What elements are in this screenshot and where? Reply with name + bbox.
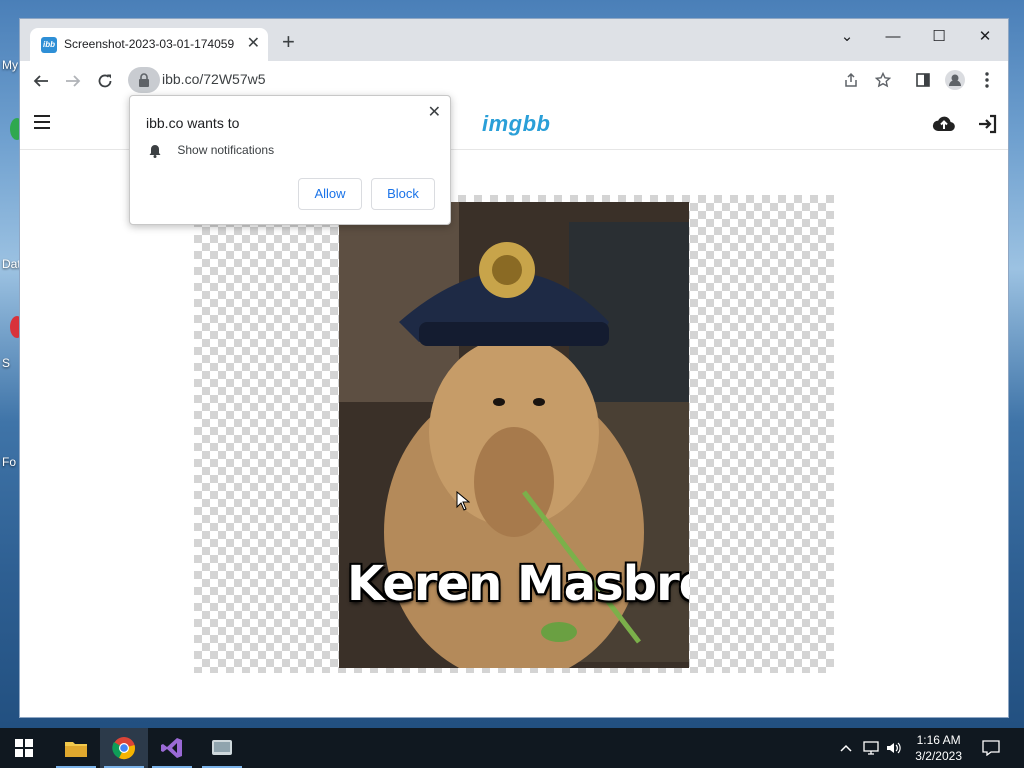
arrow-right-icon [66,75,81,87]
lock-icon [139,73,149,87]
block-button[interactable]: Block [371,178,435,210]
bookmark-star-icon[interactable] [870,67,896,93]
imgbb-favicon-icon: ibb [41,37,57,53]
permission-label: Show notifications [177,143,275,157]
imgbb-logo[interactable]: imgbb [482,111,551,137]
reload-icon [98,74,112,88]
prompt-permission-row: Show notifications [148,143,274,158]
system-clock[interactable]: 1:16 AM 3/2/2023 [915,732,962,764]
upload-cloud-icon[interactable] [932,112,956,136]
tab-close-icon[interactable]: ✕ [247,35,260,53]
minimize-button[interactable]: — [870,23,916,51]
network-icon[interactable] [863,741,879,755]
tab-strip: ibb Screenshot-2023-03-01-174059 ✕ + ⌄ —… [20,19,1008,61]
mouse-cursor-icon [456,491,470,511]
bell-icon [149,144,161,158]
maximize-button[interactable]: ☐ [916,23,962,51]
new-tab-button[interactable]: + [282,31,295,53]
prompt-close-icon[interactable]: ✕ [428,102,441,122]
profile-avatar-icon[interactable] [942,67,968,93]
forward-button[interactable] [60,67,86,93]
browser-window: ibb Screenshot-2023-03-01-174059 ✕ + ⌄ —… [19,18,1009,718]
clock-date: 3/2/2023 [915,749,962,763]
tab-screenshot[interactable]: ibb Screenshot-2023-03-01-174059 ✕ [30,28,268,61]
desktop-icon-label[interactable]: Fo [2,455,16,469]
notifications-icon[interactable] [982,740,1000,756]
tab-search-icon[interactable]: ⌄ [824,23,870,51]
desktop-icon-label[interactable]: My [2,58,18,72]
chrome-taskbar-icon[interactable] [100,728,148,768]
arrow-left-icon [33,75,48,87]
windows-logo-icon [15,739,33,757]
volume-icon[interactable] [886,741,902,755]
app-taskbar-icon[interactable] [198,728,246,768]
hamburger-menu-icon[interactable] [34,115,50,129]
desktop-icon-label[interactable]: Dat [2,257,21,271]
address-bar[interactable]: ibb.co/72W57w5 [128,67,948,93]
allow-button[interactable]: Allow [298,178,362,210]
share-icon[interactable] [838,67,864,93]
back-button[interactable] [28,67,54,93]
image-caption-text: Keren Masbro [347,556,689,612]
site-info-button[interactable] [128,67,160,93]
tab-title: Screenshot-2023-03-01-174059 [64,37,234,51]
sign-in-icon[interactable] [976,112,1000,136]
start-button[interactable] [0,728,48,768]
side-panel-icon[interactable] [910,67,936,93]
visual-studio-taskbar-icon[interactable] [148,728,196,768]
prompt-title: ibb.co wants to [146,115,240,131]
kebab-menu-icon[interactable] [974,67,1000,93]
close-window-button[interactable]: ✕ [962,23,1008,51]
url-text[interactable]: ibb.co/72W57w5 [162,71,266,87]
desktop-icon-label[interactable]: S [2,356,10,370]
chevron-up-icon[interactable] [840,744,852,752]
taskbar: 1:16 AM 3/2/2023 [0,728,1024,768]
reload-button[interactable] [92,67,118,93]
uploaded-image[interactable]: Keren Masbro [339,202,689,668]
file-explorer-taskbar-icon[interactable] [52,728,100,768]
notification-permission-prompt: ibb.co wants to ✕ Show notifications All… [129,95,451,225]
clock-time: 1:16 AM [916,733,961,747]
